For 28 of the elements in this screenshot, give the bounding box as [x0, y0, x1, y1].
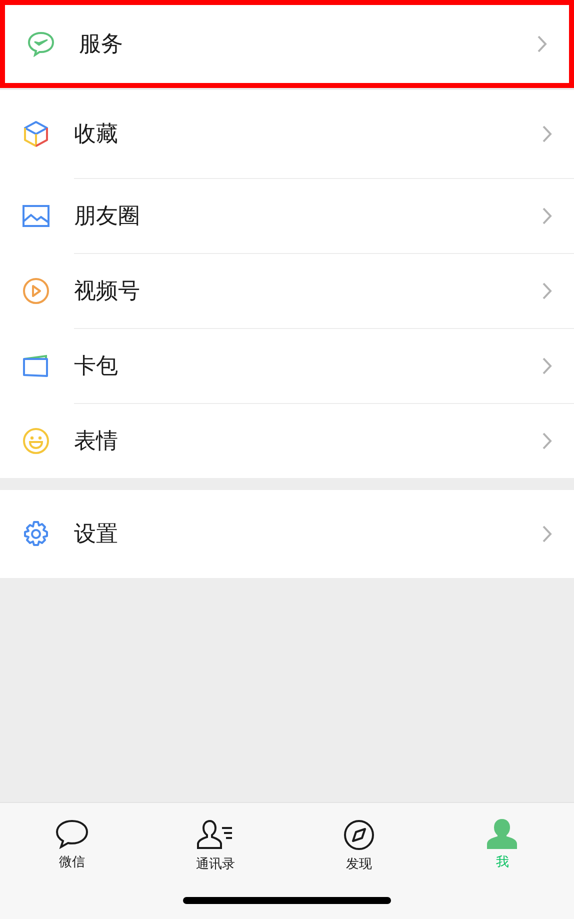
menu-item[interactable]: 设置: [0, 490, 574, 578]
contacts-icon: [196, 819, 234, 851]
tab[interactable]: 发现: [287, 817, 430, 875]
chat-icon: [54, 819, 89, 849]
compass-icon: [342, 819, 375, 851]
card-icon: [22, 352, 50, 378]
menu-item[interactable]: 服务: [0, 0, 574, 88]
play-icon: [22, 276, 50, 304]
cube-icon: [23, 120, 49, 148]
chevron-icon: [542, 525, 552, 543]
chevron-icon: [542, 432, 552, 450]
tab[interactable]: 通讯录: [144, 817, 287, 875]
menu-item[interactable]: 视频号: [0, 253, 574, 328]
chat-check-icon: [27, 31, 55, 57]
image-icon: [22, 204, 50, 228]
menu-item[interactable]: 卡包: [0, 328, 574, 403]
menu-item[interactable]: 收藏: [0, 90, 574, 178]
menu-item[interactable]: 朋友圈: [0, 178, 574, 253]
settings-icon: [22, 520, 50, 548]
smiley-icon: [22, 426, 50, 454]
chevron-icon: [537, 35, 547, 53]
person-icon: [486, 819, 518, 849]
menu-item[interactable]: 表情: [0, 403, 574, 478]
chevron-icon: [542, 206, 552, 224]
tab[interactable]: 微信: [0, 817, 144, 875]
chevron-icon: [542, 282, 552, 300]
chevron-icon: [542, 125, 552, 143]
chevron-icon: [542, 356, 552, 374]
